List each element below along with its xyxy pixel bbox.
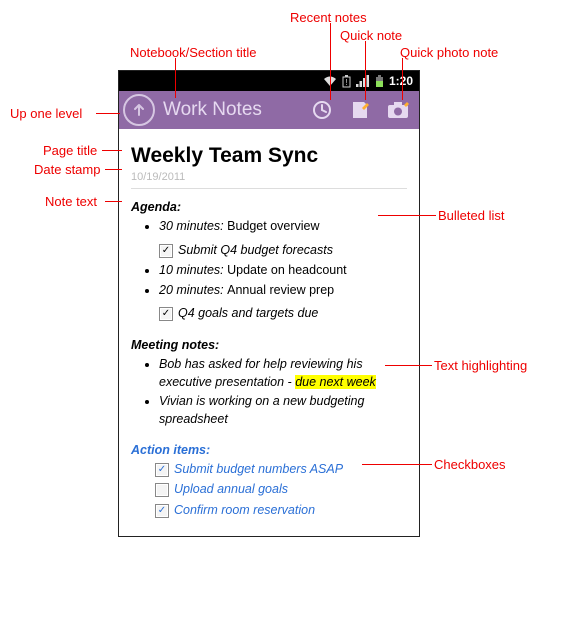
svg-text:!: !: [345, 78, 347, 87]
app-bar: Work Notes: [119, 91, 419, 129]
action-item-3[interactable]: ✓ Confirm room reservation: [155, 502, 407, 520]
status-bar: ! 1:20: [119, 71, 419, 91]
ann-highlight: Text highlighting: [434, 358, 527, 373]
phone-frame: ! 1:20 Work Notes Weekly Team Sync 10/19…: [118, 70, 420, 537]
agenda-list: 10 minutes: Update on headcount 20 minut…: [131, 262, 407, 299]
checkbox-icon[interactable]: ✓: [159, 244, 173, 258]
ann-date-stamp: Date stamp: [34, 162, 100, 177]
list-item: 10 minutes: Update on headcount: [159, 262, 407, 280]
page-title: Weekly Team Sync: [131, 141, 407, 170]
list-item: 30 minutes: Budget overview: [159, 218, 407, 236]
list-item: Vivian is working on a new budgeting spr…: [159, 393, 407, 428]
recent-notes-button[interactable]: [305, 93, 339, 127]
checkbox-icon[interactable]: ✓: [155, 463, 169, 477]
ann-up-one-level: Up one level: [10, 106, 82, 121]
meeting-heading: Meeting notes:: [131, 337, 407, 355]
up-button[interactable]: [123, 94, 155, 126]
checkbox-icon[interactable]: ✓: [155, 504, 169, 518]
signal-icon: [356, 75, 370, 87]
quick-photo-button[interactable]: [381, 93, 415, 127]
action-heading: Action items:: [131, 442, 407, 460]
agenda-check-2[interactable]: ✓ Q4 goals and targets due: [159, 305, 407, 323]
checkbox-icon[interactable]: ✓: [159, 307, 173, 321]
list-item: Bob has asked for help reviewing his exe…: [159, 356, 407, 391]
note-body[interactable]: Weekly Team Sync 10/19/2011 Agenda: 30 m…: [119, 129, 419, 536]
ann-checkboxes: Checkboxes: [434, 457, 506, 472]
ann-bulleted: Bulleted list: [438, 208, 504, 223]
agenda-heading: Agenda:: [131, 199, 407, 217]
list-item: 20 minutes: Annual review prep: [159, 282, 407, 300]
action-item-2[interactable]: Upload annual goals: [155, 481, 407, 499]
status-clock: 1:20: [389, 74, 413, 88]
ann-quick-note: Quick note: [340, 28, 402, 43]
battery-low-icon: !: [342, 75, 351, 88]
ann-note-text: Note text: [45, 194, 97, 209]
section-title[interactable]: Work Notes: [159, 99, 301, 121]
battery-icon: [375, 75, 384, 88]
meeting-list: Bob has asked for help reviewing his exe…: [131, 356, 407, 428]
ann-quick-photo: Quick photo note: [400, 45, 498, 60]
agenda-list: 30 minutes: Budget overview: [131, 218, 407, 236]
ann-notebook-title: Notebook/Section title: [130, 45, 256, 60]
highlighted-text: due next week: [295, 375, 376, 389]
quick-note-button[interactable]: [343, 93, 377, 127]
checkbox-icon[interactable]: [155, 483, 169, 497]
ann-page-title: Page title: [43, 143, 97, 158]
ann-recent-notes: Recent notes: [290, 10, 367, 25]
agenda-check-1[interactable]: ✓ Submit Q4 budget forecasts: [159, 242, 407, 260]
date-stamp: 10/19/2011: [131, 170, 407, 188]
